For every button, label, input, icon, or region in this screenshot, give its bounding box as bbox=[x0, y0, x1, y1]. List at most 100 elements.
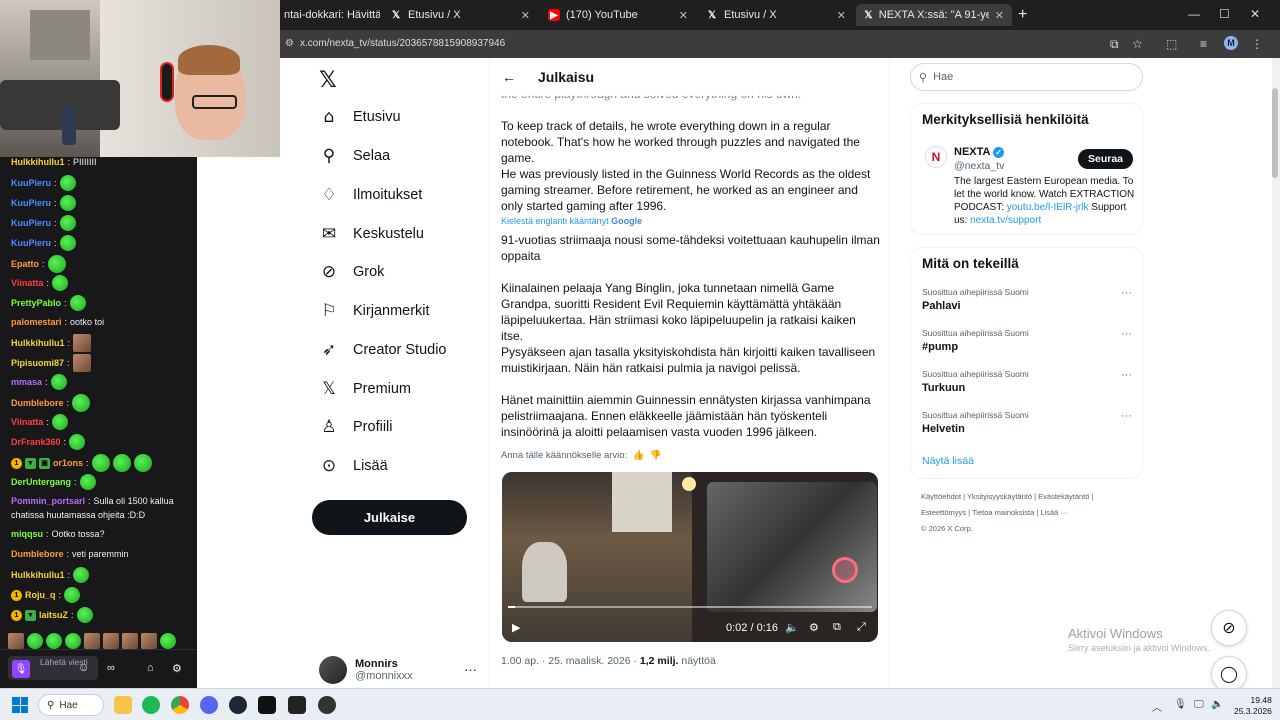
follow-button[interactable]: Seuraa bbox=[1078, 149, 1133, 169]
video-progress-track[interactable] bbox=[508, 606, 872, 608]
windows-start-icon[interactable] bbox=[12, 697, 28, 713]
url-field[interactable]: x.com/nexta_tv/status/203657881590893794… bbox=[300, 38, 505, 49]
nav-premium[interactable]: 𝕏 Premium bbox=[319, 374, 411, 404]
trend-item[interactable]: Suosittua aihepiirissä Suomi #pump ··· bbox=[922, 328, 1132, 353]
thumbs-up-icon[interactable]: 👍 bbox=[630, 450, 644, 461]
file-explorer-icon[interactable] bbox=[114, 696, 132, 714]
chat-username[interactable]: PrettyPablo bbox=[11, 298, 61, 308]
x-logo-icon[interactable]: 𝕏 bbox=[319, 68, 337, 93]
chat-username[interactable]: Hulkkihullu1 bbox=[11, 570, 65, 580]
more-dots-icon[interactable]: ··· bbox=[1121, 328, 1132, 340]
chat-username[interactable]: Roju_q bbox=[25, 590, 56, 600]
emote-icon[interactable] bbox=[8, 633, 24, 649]
mic-icon[interactable]: 🎙 bbox=[12, 660, 30, 678]
more-dots-icon[interactable]: ··· bbox=[464, 662, 477, 677]
nav-profile[interactable]: ♙ Profiili bbox=[319, 412, 392, 442]
install-icon[interactable]: ⧉ bbox=[1110, 37, 1119, 52]
steam-icon[interactable] bbox=[229, 696, 247, 714]
nav-explore[interactable]: ⚲ Selaa bbox=[319, 141, 390, 171]
messages-fab-icon[interactable]: ◯ bbox=[1211, 656, 1247, 692]
bookmark-star-icon[interactable]: ☆ bbox=[1132, 37, 1143, 51]
emote-icon[interactable] bbox=[141, 633, 157, 649]
chat-username[interactable]: Viinatta bbox=[11, 278, 43, 288]
bio-link[interactable]: youtu.be/l-IElR-jrlk bbox=[1007, 202, 1089, 213]
chat-username[interactable]: or1ons bbox=[53, 458, 83, 468]
nav-notifications[interactable]: ♢ Ilmoitukset bbox=[319, 180, 422, 210]
window-close-icon[interactable]: ✕ bbox=[1250, 7, 1260, 21]
taskbar-clock[interactable]: 19.48 25.3.2026 bbox=[1234, 695, 1272, 717]
store-icon[interactable]: ⌂ bbox=[147, 662, 154, 674]
gear-icon[interactable]: ⚙ bbox=[172, 662, 182, 675]
nav-messages[interactable]: ✉ Keskustelu bbox=[319, 219, 424, 249]
chat-username[interactable]: miqqsu bbox=[11, 529, 43, 539]
play-icon[interactable]: ▶ bbox=[512, 621, 520, 634]
tray-chevron-icon[interactable]: ︿ bbox=[1152, 699, 1162, 714]
post-button[interactable]: Julkaise bbox=[312, 500, 467, 535]
pip-icon[interactable]: ⧉ bbox=[833, 621, 841, 634]
chat-tools-icon[interactable]: ∞ bbox=[107, 662, 115, 674]
site-info-icon[interactable]: ⚙ bbox=[285, 38, 294, 49]
emoji-icon[interactable]: ☺ bbox=[78, 662, 89, 674]
mic-tray-icon[interactable]: 🎙 bbox=[1174, 699, 1187, 710]
volume-icon[interactable]: 🔈 bbox=[785, 621, 799, 634]
spotify-icon[interactable] bbox=[142, 696, 160, 714]
chat-username[interactable]: Dumblebore bbox=[11, 549, 64, 559]
rl-app-icon[interactable] bbox=[288, 696, 306, 714]
more-dots-icon[interactable]: ··· bbox=[1121, 369, 1132, 381]
chat-username[interactable]: Dumblebore bbox=[11, 398, 64, 408]
video-player[interactable]: ▶ 0:02 / 0:16 🔈 ⚙ ⧉ ⤢ bbox=[502, 472, 878, 642]
nav-bookmarks[interactable]: ⚐ Kirjanmerkit bbox=[319, 296, 429, 326]
close-icon[interactable]: ✕ bbox=[521, 9, 530, 22]
chat-username[interactable]: Hulkkihullu1 bbox=[11, 157, 65, 167]
chat-username[interactable]: KuuPieru bbox=[11, 238, 51, 248]
x-app-icon[interactable] bbox=[258, 696, 276, 714]
emote-icon[interactable] bbox=[46, 633, 62, 649]
chat-username[interactable]: Viinatta bbox=[11, 417, 43, 427]
nexta-avatar[interactable]: N bbox=[925, 146, 947, 168]
emote-icon[interactable] bbox=[160, 633, 176, 649]
nav-home[interactable]: ⌂ Etusivu bbox=[319, 102, 401, 132]
bio-link[interactable]: nexta.tv/support bbox=[970, 215, 1041, 226]
emote-icon[interactable] bbox=[27, 633, 43, 649]
browser-tab-3[interactable]: ▶ (170) YouTube ✕ bbox=[540, 4, 696, 26]
profile-avatar[interactable]: M bbox=[1224, 36, 1238, 50]
chat-username[interactable]: DrFrank360 bbox=[11, 437, 61, 447]
account-name[interactable]: NEXTA ✓ bbox=[954, 146, 1005, 158]
network-icon[interactable]: 🖵 bbox=[1194, 699, 1204, 710]
grok-fab-icon[interactable]: ⊘ bbox=[1211, 610, 1247, 646]
browser-tab-5-active[interactable]: 𝕏 NEXTA X:ssä: "A 91-year-old str ✕ bbox=[856, 4, 1012, 26]
settings-icon[interactable]: ⚙ bbox=[809, 621, 819, 634]
nav-creator-studio[interactable]: ➶ Creator Studio bbox=[319, 335, 447, 365]
obs-icon[interactable] bbox=[318, 696, 336, 714]
more-dots-icon[interactable]: ··· bbox=[1121, 287, 1132, 299]
nav-grok[interactable]: ⊘ Grok bbox=[319, 257, 385, 287]
more-dots-icon[interactable]: ··· bbox=[1121, 410, 1132, 422]
chat-username[interactable]: Hulkkihullu1 bbox=[11, 338, 65, 348]
menu-icon[interactable]: ⋮ bbox=[1251, 37, 1263, 51]
post-timestamp[interactable]: 1.00 ap. · 25. maalisk. 2026 · bbox=[501, 655, 640, 667]
volume-tray-icon[interactable]: 🔈 bbox=[1211, 699, 1223, 710]
fullscreen-icon[interactable]: ⤢ bbox=[857, 621, 866, 634]
account-switcher[interactable]: Monnirs @monnixxx bbox=[319, 655, 413, 685]
show-more-link[interactable]: Näytä lisää bbox=[922, 455, 974, 467]
chat-username[interactable]: Pommin_portsari bbox=[11, 496, 85, 506]
search-input[interactable]: ⚲ Hae bbox=[910, 63, 1143, 91]
browser-tab-1[interactable]: ntai-dokkari: Hävittäj ✕ bbox=[276, 4, 380, 26]
chat-username[interactable]: DerUntergang bbox=[11, 477, 71, 487]
browser-tab-4[interactable]: 𝕏 Etusivu / X ✕ bbox=[698, 4, 854, 26]
back-arrow-icon[interactable]: ← bbox=[502, 69, 516, 85]
translated-label[interactable]: Kielestä englanti kääntänyt Google bbox=[501, 216, 642, 226]
scrollbar-thumb[interactable] bbox=[1272, 88, 1278, 178]
trend-item[interactable]: Suosittua aihepiirissä Suomi Helvetin ··… bbox=[922, 410, 1132, 435]
chat-username[interactable]: mmasa bbox=[11, 377, 42, 387]
close-icon[interactable]: ✕ bbox=[837, 9, 846, 22]
emote-icon[interactable] bbox=[84, 633, 100, 649]
chat-username[interactable]: Pipisuomi87 bbox=[11, 358, 64, 368]
chat-username[interactable]: KuuPieru bbox=[11, 198, 51, 208]
media-icon[interactable]: ≡ bbox=[1200, 37, 1207, 51]
chrome-icon[interactable] bbox=[171, 696, 189, 714]
chat-username[interactable]: palomestari bbox=[11, 317, 62, 327]
chat-username[interactable]: Epatto bbox=[11, 259, 39, 269]
emote-icon[interactable] bbox=[103, 633, 119, 649]
chat-username[interactable]: KuuPieru bbox=[11, 178, 51, 188]
